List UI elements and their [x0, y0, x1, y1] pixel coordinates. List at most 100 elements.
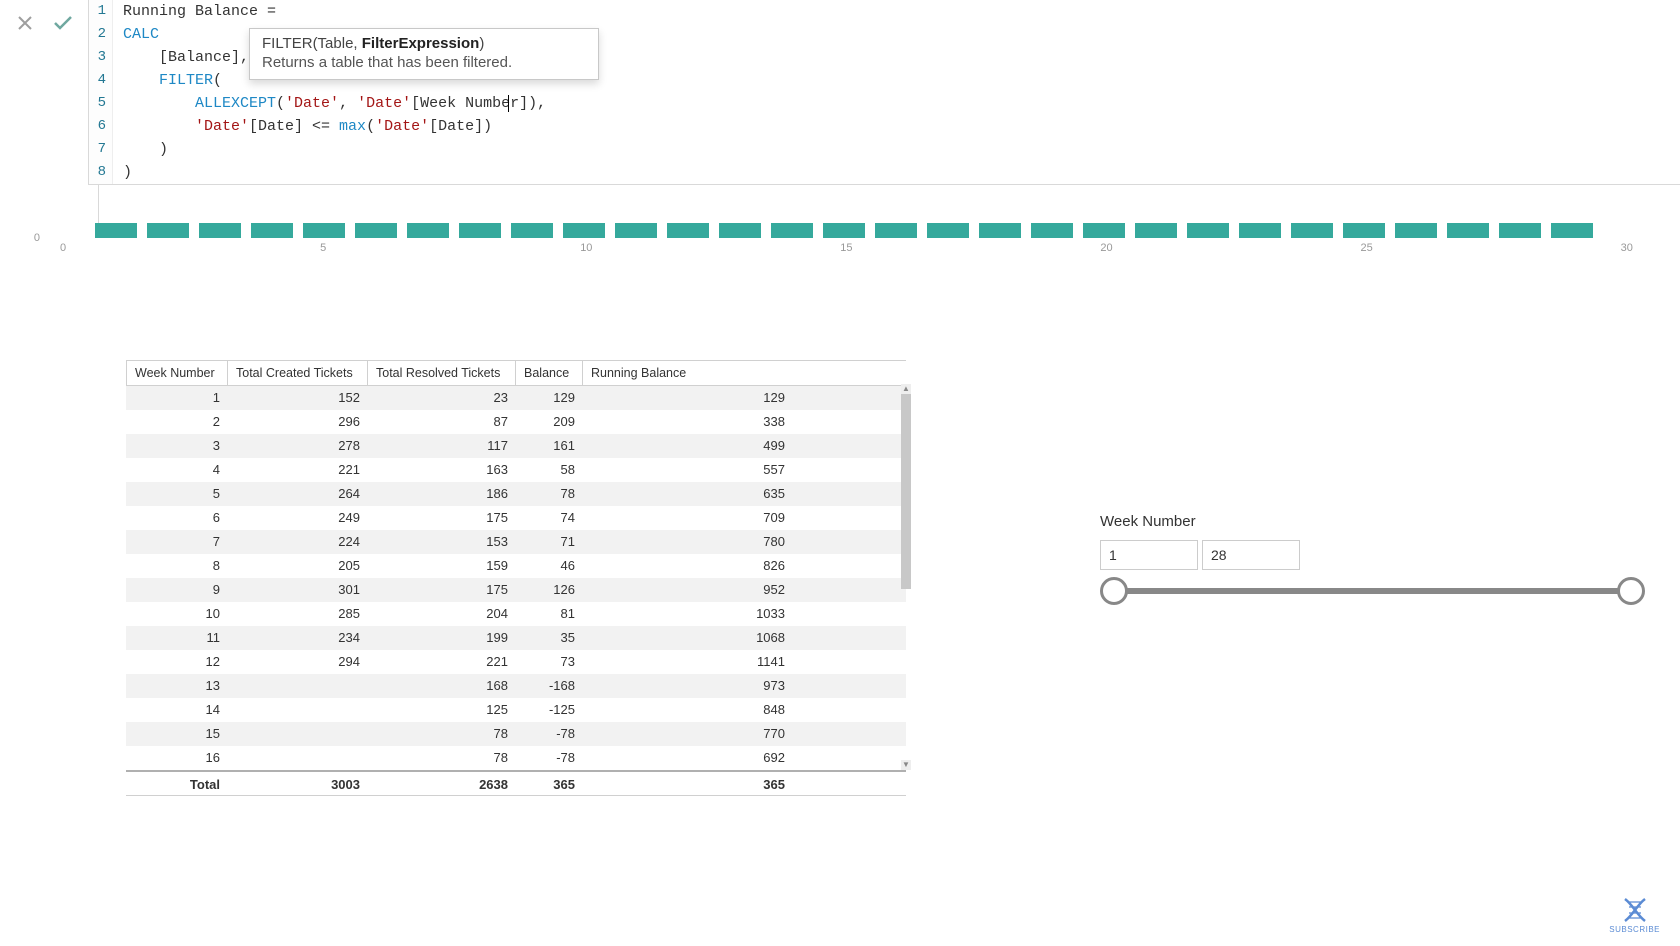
- table-cell: 10: [126, 602, 228, 626]
- code-text: ): [113, 138, 168, 161]
- formula-editor[interactable]: 1Running Balance = 2CALC 3 [Balance], 4 …: [88, 0, 1680, 185]
- table-row[interactable]: 11234199351068: [126, 626, 906, 650]
- scroll-up-icon[interactable]: ▲: [901, 384, 911, 394]
- table-row[interactable]: 10285204811033: [126, 602, 906, 626]
- chart-bar[interactable]: [407, 223, 449, 238]
- table-cell: 205: [228, 554, 368, 578]
- column-header-created[interactable]: Total Created Tickets: [228, 361, 368, 385]
- scroll-down-icon[interactable]: ▼: [901, 760, 911, 770]
- table-cell: 1068: [583, 626, 793, 650]
- chart-bar[interactable]: [719, 223, 761, 238]
- x-axis-tick: 0: [60, 242, 66, 254]
- chart-bar[interactable]: [1291, 223, 1333, 238]
- scroll-thumb[interactable]: [901, 394, 911, 589]
- table-row[interactable]: 722415371780: [126, 530, 906, 554]
- line-number: 1: [89, 0, 113, 23]
- table-cell: -78: [516, 722, 583, 746]
- chart-bar[interactable]: [875, 223, 917, 238]
- column-header-resolved[interactable]: Total Resolved Tickets: [368, 361, 516, 385]
- slicer-max-input[interactable]: [1202, 540, 1300, 570]
- intellisense-tooltip: FILTER(Table, FilterExpression) Returns …: [249, 28, 599, 80]
- slicer-min-input[interactable]: [1100, 540, 1198, 570]
- chart-bar[interactable]: [979, 223, 1021, 238]
- table-cell: 249: [228, 506, 368, 530]
- table-row[interactable]: 14125-125848: [126, 698, 906, 722]
- table-row[interactable]: 12294221731141: [126, 650, 906, 674]
- column-header-week[interactable]: Week Number: [126, 361, 228, 385]
- slider-track[interactable]: [1114, 588, 1631, 594]
- table-cell: 224: [228, 530, 368, 554]
- table-cell: 264: [228, 482, 368, 506]
- table-row[interactable]: 624917574709: [126, 506, 906, 530]
- chart-bar[interactable]: [1135, 223, 1177, 238]
- chart-bar[interactable]: [1083, 223, 1125, 238]
- table-row[interactable]: 820515946826: [126, 554, 906, 578]
- table-cell: 129: [583, 386, 793, 410]
- table-cell: 294: [228, 650, 368, 674]
- x-axis-tick: 5: [320, 242, 326, 254]
- chart-bar[interactable]: [511, 223, 553, 238]
- table-cell: -78: [516, 746, 583, 770]
- table-scrollbar[interactable]: ▲ ▼: [901, 384, 911, 770]
- table-cell: 58: [516, 458, 583, 482]
- chart-bar[interactable]: [1031, 223, 1073, 238]
- table-cell: 8: [126, 554, 228, 578]
- chart-bar[interactable]: [147, 223, 189, 238]
- chart-bar[interactable]: [95, 223, 137, 238]
- table-row[interactable]: 9301175126952: [126, 578, 906, 602]
- table-cell: 159: [368, 554, 516, 578]
- table-cell: 152: [228, 386, 368, 410]
- chart-bar[interactable]: [459, 223, 501, 238]
- table-cell: 1141: [583, 650, 793, 674]
- cancel-formula-button[interactable]: [14, 12, 36, 34]
- data-table-visual[interactable]: Week Number Total Created Tickets Total …: [126, 360, 906, 796]
- subscribe-logo: SUBSCRIBE: [1609, 897, 1660, 934]
- table-row[interactable]: 1578-78770: [126, 722, 906, 746]
- chart-bar[interactable]: [563, 223, 605, 238]
- total-label: Total: [126, 772, 228, 795]
- table-cell: 73: [516, 650, 583, 674]
- chart-bar[interactable]: [1499, 223, 1541, 238]
- week-number-slicer[interactable]: Week Number: [1100, 513, 1645, 594]
- chart-bar[interactable]: [615, 223, 657, 238]
- table-cell: [228, 722, 368, 746]
- slider-handle-min[interactable]: [1100, 577, 1128, 605]
- chart-bar[interactable]: [1551, 223, 1593, 238]
- chart-bar[interactable]: [303, 223, 345, 238]
- table-cell: 7: [126, 530, 228, 554]
- total-balance: 365: [516, 772, 583, 795]
- table-row[interactable]: 3278117161499: [126, 434, 906, 458]
- chart-bar[interactable]: [1239, 223, 1281, 238]
- table-row[interactable]: 526418678635: [126, 482, 906, 506]
- table-row[interactable]: 13168-168973: [126, 674, 906, 698]
- chart-bar[interactable]: [667, 223, 709, 238]
- chart-bar[interactable]: [771, 223, 813, 238]
- table-row[interactable]: 422116358557: [126, 458, 906, 482]
- table-row[interactable]: 229687209338: [126, 410, 906, 434]
- line-number: 5: [89, 92, 113, 115]
- formula-bar: 1Running Balance = 2CALC 3 [Balance], 4 …: [0, 0, 1680, 185]
- tooltip-signature: FILTER(Table, FilterExpression): [262, 35, 586, 52]
- table-cell: 6: [126, 506, 228, 530]
- table-cell: 153: [368, 530, 516, 554]
- chart-bar[interactable]: [1395, 223, 1437, 238]
- column-header-running[interactable]: Running Balance: [583, 361, 793, 385]
- table-cell: 129: [516, 386, 583, 410]
- chart-bar[interactable]: [1447, 223, 1489, 238]
- table-row[interactable]: 1678-78692: [126, 746, 906, 770]
- chart-bar[interactable]: [251, 223, 293, 238]
- table-cell: 23: [368, 386, 516, 410]
- chart-bar[interactable]: [823, 223, 865, 238]
- chart-bar[interactable]: [927, 223, 969, 238]
- chart-bar[interactable]: [1187, 223, 1229, 238]
- column-header-balance[interactable]: Balance: [516, 361, 583, 385]
- commit-formula-button[interactable]: [52, 12, 74, 34]
- table-cell: 13: [126, 674, 228, 698]
- slider-handle-max[interactable]: [1617, 577, 1645, 605]
- x-axis-tick: 25: [1361, 242, 1373, 254]
- chart-bar[interactable]: [355, 223, 397, 238]
- chart-bar[interactable]: [199, 223, 241, 238]
- code-text: [Balance],: [113, 46, 249, 69]
- chart-bar[interactable]: [1343, 223, 1385, 238]
- table-row[interactable]: 115223129129: [126, 386, 906, 410]
